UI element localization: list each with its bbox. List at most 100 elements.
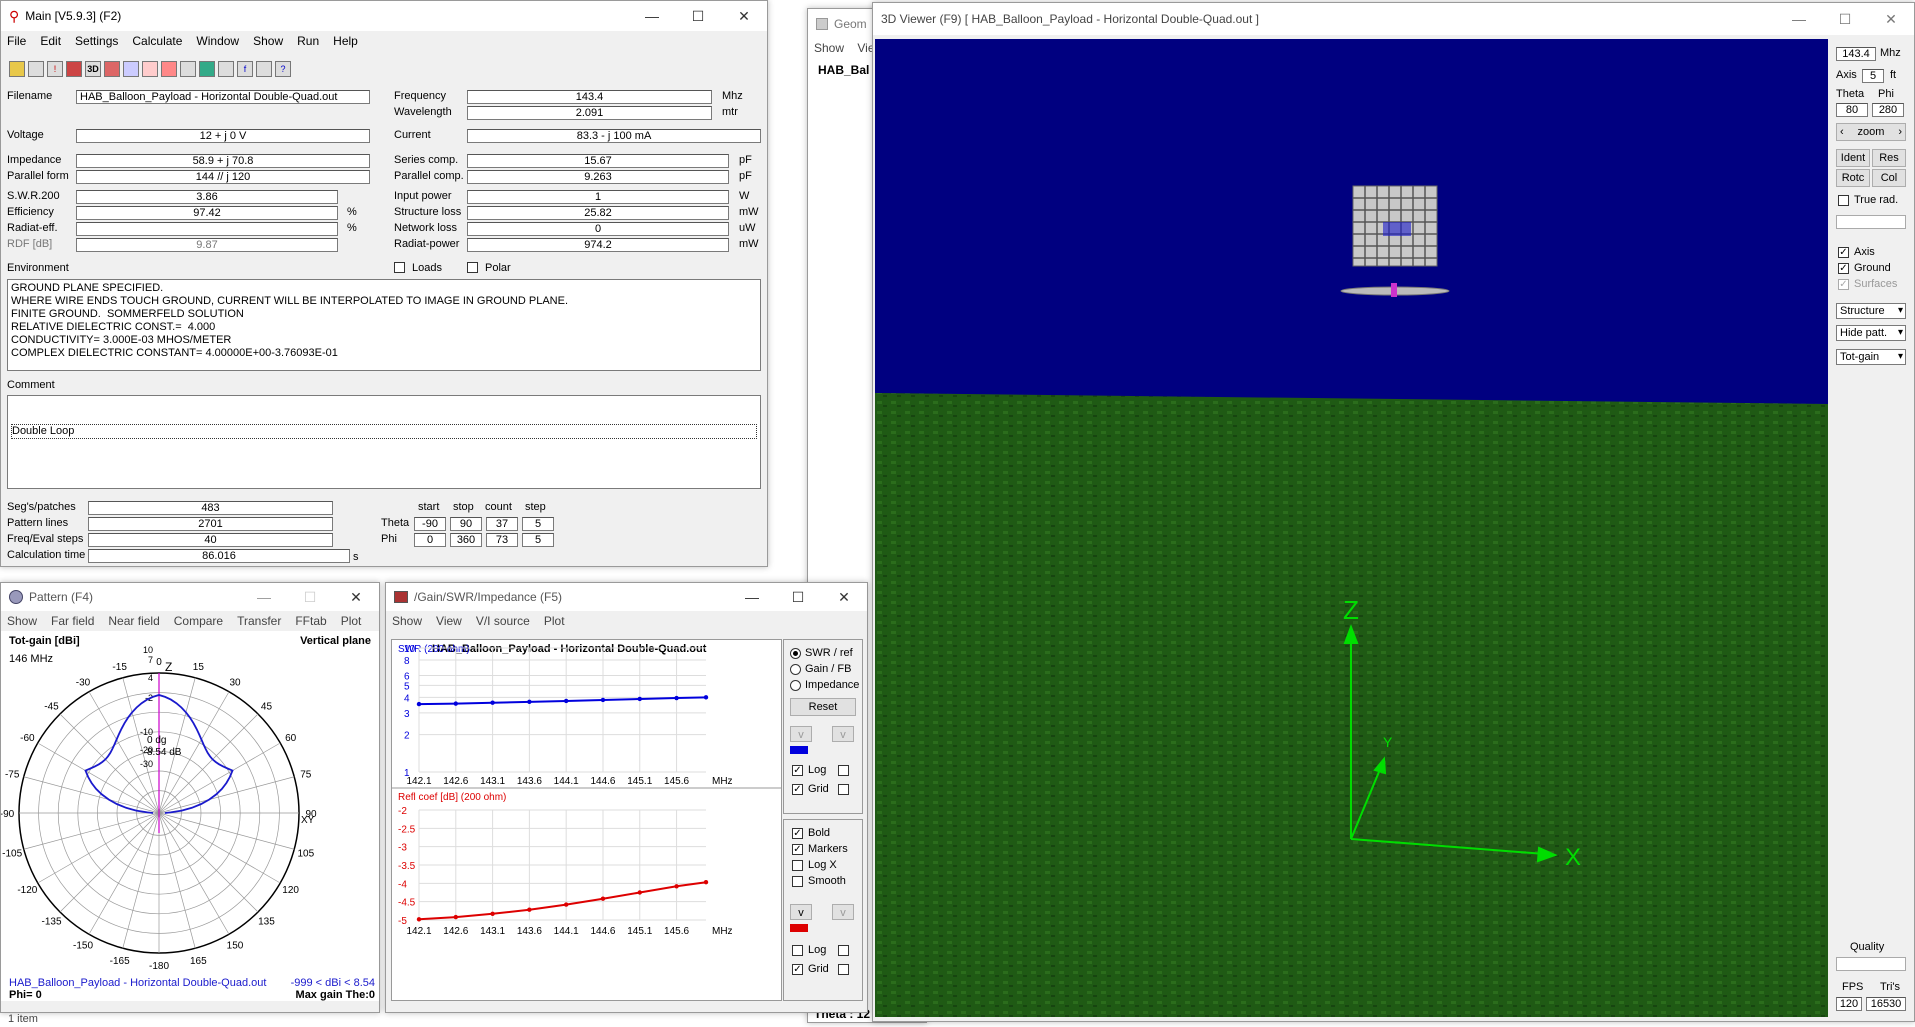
pattern-icon[interactable] (104, 61, 120, 77)
refl-color-swatch[interactable] (790, 924, 808, 932)
radio-gain[interactable] (790, 664, 801, 675)
swr-v-button-2[interactable]: v (832, 726, 854, 742)
phi-stop[interactable]: 360 (450, 533, 482, 547)
swr-menu-v-i-source[interactable]: V/I source (476, 614, 530, 628)
menu-file[interactable]: File (7, 34, 26, 48)
structure-select[interactable]: Structure (1836, 303, 1906, 319)
radio-swr[interactable] (790, 648, 801, 659)
viewer-theta-field[interactable]: 80 (1836, 103, 1868, 117)
menu-show[interactable]: Show (253, 34, 283, 48)
zoom-control[interactable]: ‹ zoom › (1836, 123, 1906, 141)
swr-log-checkbox[interactable]: ✓ (792, 765, 803, 776)
markers-checkbox[interactable]: ✓ (792, 844, 803, 855)
swr-menu-plot[interactable]: Plot (544, 614, 565, 628)
col-button[interactable]: Col (1872, 169, 1906, 187)
main-window[interactable]: ⚲ Main [V5.9.3] (F2) — ☐ ✕ File Edit Setti… (0, 0, 768, 567)
bold-checkbox[interactable]: ✓ (792, 828, 803, 839)
nearfield-icon[interactable] (142, 61, 158, 77)
comment-box[interactable]: Double Loop (7, 395, 761, 489)
zoom-out-icon[interactable]: ‹ (1837, 124, 1844, 140)
close-button[interactable]: ✕ (721, 1, 767, 31)
swr-grid2-checkbox[interactable] (838, 784, 849, 795)
environment-box[interactable]: GROUND PLANE SPECIFIED. WHERE WIRE ENDS T… (7, 279, 761, 371)
save-icon[interactable] (28, 61, 44, 77)
chart-icon[interactable] (199, 61, 215, 77)
menu-settings[interactable]: Settings (75, 34, 118, 48)
quality-slider[interactable] (1836, 957, 1906, 971)
refl-grid2-checkbox[interactable] (838, 964, 849, 975)
menu-window[interactable]: Window (196, 34, 239, 48)
frequency-field[interactable]: 143.4 (467, 90, 712, 104)
calculate-icon[interactable] (66, 61, 82, 77)
viewer-maximize-button[interactable]: ☐ (1822, 3, 1868, 35)
rotc-button[interactable]: Rotc (1836, 169, 1870, 187)
pattern-menu-near-field[interactable]: Near field (108, 614, 159, 628)
swr-grid-checkbox[interactable]: ✓ (792, 784, 803, 795)
phi-start[interactable]: 0 (414, 533, 446, 547)
viewer-minimize-button[interactable]: — (1776, 3, 1822, 35)
swr-maximize-button[interactable]: ☐ (775, 583, 821, 611)
theta-count[interactable]: 37 (486, 517, 518, 531)
surfaces-checkbox[interactable]: ✓ (1838, 279, 1849, 290)
tot-gain-select[interactable]: Tot-gain (1836, 349, 1906, 365)
res-button[interactable]: Res (1872, 149, 1906, 167)
viewer-titlebar[interactable]: 3D Viewer (F9) [ HAB_Balloon_Payload - H… (873, 3, 1914, 35)
viewer-freq-field[interactable]: 143.4 (1836, 47, 1876, 61)
gear-icon[interactable] (218, 61, 234, 77)
refl-v-button-1[interactable]: v (790, 904, 812, 920)
pattern-maximize-button[interactable]: ☐ (287, 583, 333, 611)
phi-count[interactable]: 73 (486, 533, 518, 547)
swr-menu-show[interactable]: Show (392, 614, 422, 628)
swr-minimize-button[interactable]: — (729, 583, 775, 611)
geometry-menu-show[interactable]: Show (814, 41, 844, 55)
theta-start[interactable]: -90 (414, 517, 446, 531)
pattern-minimize-button[interactable]: — (241, 583, 287, 611)
filename-field[interactable]: HAB_Balloon_Payload - Horizontal Double-… (76, 90, 370, 104)
menu-help[interactable]: Help (333, 34, 358, 48)
swr-log2-checkbox[interactable] (838, 765, 849, 776)
viewer-window[interactable]: 3D Viewer (F9) [ HAB_Balloon_Payload - H… (872, 2, 1915, 1022)
ident-button[interactable]: Ident (1836, 149, 1870, 167)
pattern-menu-far-field[interactable]: Far field (51, 614, 94, 628)
farfield-icon[interactable] (123, 61, 139, 77)
edit-icon[interactable]: ! (47, 61, 63, 77)
zoom-in-icon[interactable]: › (1898, 124, 1905, 140)
pattern-window[interactable]: Pattern (F4) — ☐ ✕ Show Far field Near fie… (0, 582, 380, 1013)
reset-button[interactable]: Reset (790, 698, 856, 716)
pattern-menu-transfer[interactable]: Transfer (237, 614, 281, 628)
viewer-axis-field[interactable]: 5 (1862, 69, 1884, 83)
pattern-menu-fftab[interactable]: FFtab (295, 614, 326, 628)
viewer-close-button[interactable]: ✕ (1868, 3, 1914, 35)
swr-window[interactable]: /Gain/SWR/Impedance (F5) — ☐ ✕ Show View V… (385, 582, 868, 1013)
help-icon[interactable]: ? (275, 61, 291, 77)
theta-step[interactable]: 5 (522, 517, 554, 531)
hide-pattern-select[interactable]: Hide patt. (1836, 325, 1906, 341)
optimize-icon[interactable] (180, 61, 196, 77)
pattern-titlebar[interactable]: Pattern (F4) — ☐ ✕ (1, 583, 379, 611)
viewer-canvas[interactable]: Z X Y (875, 39, 1828, 1017)
view3d-icon[interactable]: 3D (85, 61, 101, 77)
compare-icon[interactable] (161, 61, 177, 77)
ground-checkbox[interactable]: ✓ (1838, 263, 1849, 274)
polar-checkbox[interactable] (467, 262, 478, 273)
minimize-button[interactable]: — (629, 1, 675, 31)
main-titlebar[interactable]: ⚲ Main [V5.9.3] (F2) — ☐ ✕ (1, 1, 767, 31)
swr-color-swatch[interactable] (790, 746, 808, 754)
loads-checkbox[interactable] (394, 262, 405, 273)
open-icon[interactable] (9, 61, 25, 77)
freq-steps-field[interactable]: 40 (88, 533, 333, 547)
book-icon[interactable] (256, 61, 272, 77)
radio-impedance[interactable] (790, 680, 801, 691)
axis-checkbox[interactable]: ✓ (1838, 247, 1849, 258)
theta-stop[interactable]: 90 (450, 517, 482, 531)
menu-calculate[interactable]: Calculate (132, 34, 182, 48)
pattern-menu-show[interactable]: Show (7, 614, 37, 628)
refl-log2-checkbox[interactable] (838, 945, 849, 956)
smooth-checkbox[interactable] (792, 876, 803, 887)
refl-grid-checkbox[interactable]: ✓ (792, 964, 803, 975)
swr-close-button[interactable]: ✕ (821, 583, 867, 611)
true-rad-checkbox[interactable] (1838, 195, 1849, 206)
pattern-close-button[interactable]: ✕ (333, 583, 379, 611)
phi-step[interactable]: 5 (522, 533, 554, 547)
refl-log-checkbox[interactable] (792, 945, 803, 956)
